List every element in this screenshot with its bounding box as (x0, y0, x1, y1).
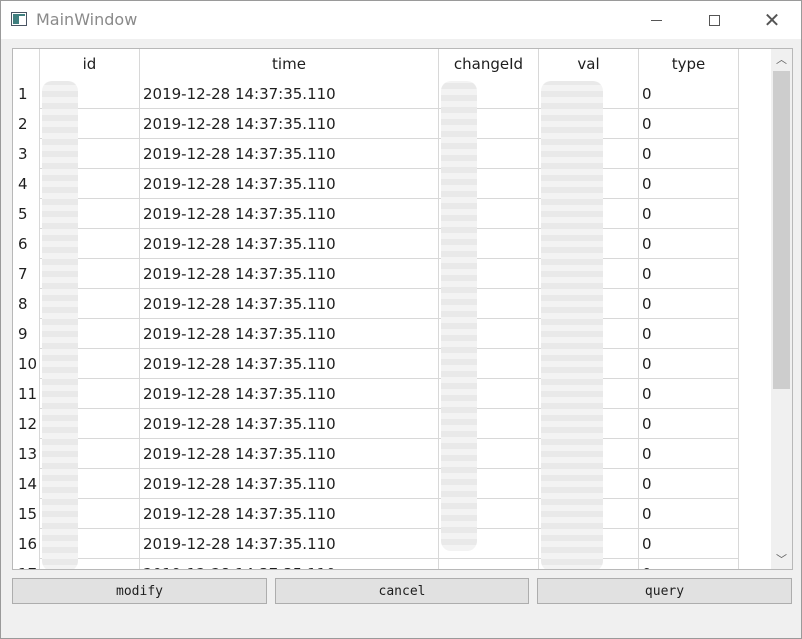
cell-type[interactable]: 0 (639, 439, 739, 469)
column-header-type[interactable]: type (639, 49, 739, 79)
title-bar[interactable]: MainWindow ✕ (1, 1, 801, 39)
row-number-header[interactable]: 2 (13, 109, 40, 139)
row-number-header[interactable]: 7 (13, 259, 40, 289)
cell-time[interactable]: 2019-12-28 14:37:35.110 (140, 259, 439, 289)
cell-type[interactable]: 0 (639, 409, 739, 439)
cell-type[interactable]: 0 (639, 289, 739, 319)
row-number-header[interactable]: 12 (13, 409, 40, 439)
maximize-button[interactable] (685, 1, 743, 39)
cell-type[interactable]: 0 (639, 499, 739, 529)
cell-type[interactable]: 0 (639, 229, 739, 259)
row-number-header[interactable]: 9 (13, 319, 40, 349)
modify-button[interactable]: modify (12, 578, 267, 604)
redaction-changeid (441, 81, 477, 551)
cell-time[interactable]: 2019-12-28 14:37:35.110 (140, 379, 439, 409)
cell-time[interactable]: 2019-12-28 14:37:35.110 (140, 139, 439, 169)
row-number-header[interactable]: 5 (13, 199, 40, 229)
table-row[interactable]: 4 2019-12-28 14:37:35.110 0 (13, 169, 771, 199)
cell-time[interactable]: 2019-12-28 14:37:35.110 (140, 289, 439, 319)
column-header-val[interactable]: val (539, 49, 639, 79)
redaction-id (42, 81, 78, 569)
row-number-header[interactable]: 13 (13, 439, 40, 469)
table-row[interactable]: 7 2019-12-28 14:37:35.110 0 (13, 259, 771, 289)
minimize-icon (650, 19, 662, 21)
query-button[interactable]: query (537, 578, 792, 604)
scrollbar-thumb[interactable] (773, 71, 790, 389)
cell-type[interactable]: 0 (639, 199, 739, 229)
maximize-icon (708, 14, 720, 26)
table-row[interactable]: 17 2019-12-28 14:37:35.110 0 (13, 559, 771, 569)
table-row[interactable]: 12 2019-12-28 14:37:35.110 0 (13, 409, 771, 439)
cell-time[interactable]: 2019-12-28 14:37:35.110 (140, 229, 439, 259)
row-number-header[interactable]: 15 (13, 499, 40, 529)
table-corner[interactable] (13, 49, 40, 79)
row-number-header[interactable]: 1 (13, 79, 40, 109)
scroll-down-icon[interactable]: ﹀ (771, 549, 792, 569)
cell-time[interactable]: 2019-12-28 14:37:35.110 (140, 409, 439, 439)
cell-time[interactable]: 2019-12-28 14:37:35.110 (140, 529, 439, 559)
cell-time[interactable]: 2019-12-28 14:37:35.110 (140, 319, 439, 349)
table-row[interactable]: 1 2019-12-28 14:37:35.110 0 (13, 79, 771, 109)
app-window-icon (11, 12, 27, 26)
cell-type[interactable]: 0 (639, 349, 739, 379)
cell-time[interactable]: 2019-12-28 14:37:35.110 (140, 439, 439, 469)
row-number-header[interactable]: 4 (13, 169, 40, 199)
table-row[interactable]: 10 2019-12-28 14:37:35.110 0 (13, 349, 771, 379)
cell-time[interactable]: 2019-12-28 14:37:35.110 (140, 559, 439, 569)
redaction-val (541, 81, 603, 569)
table-row[interactable]: 5 2019-12-28 14:37:35.110 0 (13, 199, 771, 229)
cell-type[interactable]: 0 (639, 559, 739, 569)
table-row[interactable]: 13 2019-12-28 14:37:35.110 0 (13, 439, 771, 469)
column-header-id[interactable]: id (40, 49, 140, 79)
vertical-scrollbar[interactable]: ︿ ﹀ (771, 49, 792, 569)
data-table[interactable]: id time changeId val type 1 2019-12-28 14… (12, 48, 793, 570)
cell-type[interactable]: 0 (639, 139, 739, 169)
cell-time[interactable]: 2019-12-28 14:37:35.110 (140, 79, 439, 109)
close-button[interactable]: ✕ (743, 1, 801, 39)
cell-time[interactable]: 2019-12-28 14:37:35.110 (140, 169, 439, 199)
row-number-header[interactable]: 6 (13, 229, 40, 259)
row-number-header[interactable]: 11 (13, 379, 40, 409)
minimize-button[interactable] (627, 1, 685, 39)
scroll-up-icon[interactable]: ︿ (771, 49, 792, 69)
table-row[interactable]: 3 2019-12-28 14:37:35.110 0 (13, 139, 771, 169)
cancel-button[interactable]: cancel (275, 578, 529, 604)
main-window: MainWindow ✕ id time changeId val type 1… (0, 0, 802, 639)
cell-time[interactable]: 2019-12-28 14:37:35.110 (140, 469, 439, 499)
close-icon: ✕ (763, 8, 781, 32)
table-row[interactable]: 14 2019-12-28 14:37:35.110 0 (13, 469, 771, 499)
cell-type[interactable]: 0 (639, 469, 739, 499)
table-row[interactable]: 8 2019-12-28 14:37:35.110 0 (13, 289, 771, 319)
table-row[interactable]: 16 2019-12-28 14:37:35.110 0 (13, 529, 771, 559)
cell-type[interactable]: 0 (639, 259, 739, 289)
cell-type[interactable]: 0 (639, 169, 739, 199)
cell-time[interactable]: 2019-12-28 14:37:35.110 (140, 349, 439, 379)
cell-type[interactable]: 0 (639, 379, 739, 409)
row-number-header[interactable]: 8 (13, 289, 40, 319)
cell-type[interactable]: 0 (639, 319, 739, 349)
cell-time[interactable]: 2019-12-28 14:37:35.110 (140, 199, 439, 229)
cell-type[interactable]: 0 (639, 79, 739, 109)
window-title: MainWindow (36, 10, 138, 29)
cell-type[interactable]: 0 (639, 529, 739, 559)
row-number-header[interactable]: 17 (13, 559, 40, 569)
row-number-header[interactable]: 16 (13, 529, 40, 559)
table-row[interactable]: 6 2019-12-28 14:37:35.110 0 (13, 229, 771, 259)
table-row[interactable]: 9 2019-12-28 14:37:35.110 0 (13, 319, 771, 349)
cell-time[interactable]: 2019-12-28 14:37:35.110 (140, 109, 439, 139)
row-number-header[interactable]: 14 (13, 469, 40, 499)
table-row[interactable]: 15 2019-12-28 14:37:35.110 0 (13, 499, 771, 529)
cell-time[interactable]: 2019-12-28 14:37:35.110 (140, 499, 439, 529)
column-header-changeid[interactable]: changeId (439, 49, 539, 79)
table-row[interactable]: 11 2019-12-28 14:37:35.110 0 (13, 379, 771, 409)
column-header-time[interactable]: time (140, 49, 439, 79)
cell-changeid[interactable] (439, 559, 539, 569)
row-number-header[interactable]: 10 (13, 349, 40, 379)
table-row[interactable]: 2 2019-12-28 14:37:35.110 0 (13, 109, 771, 139)
cell-type[interactable]: 0 (639, 109, 739, 139)
row-number-header[interactable]: 3 (13, 139, 40, 169)
